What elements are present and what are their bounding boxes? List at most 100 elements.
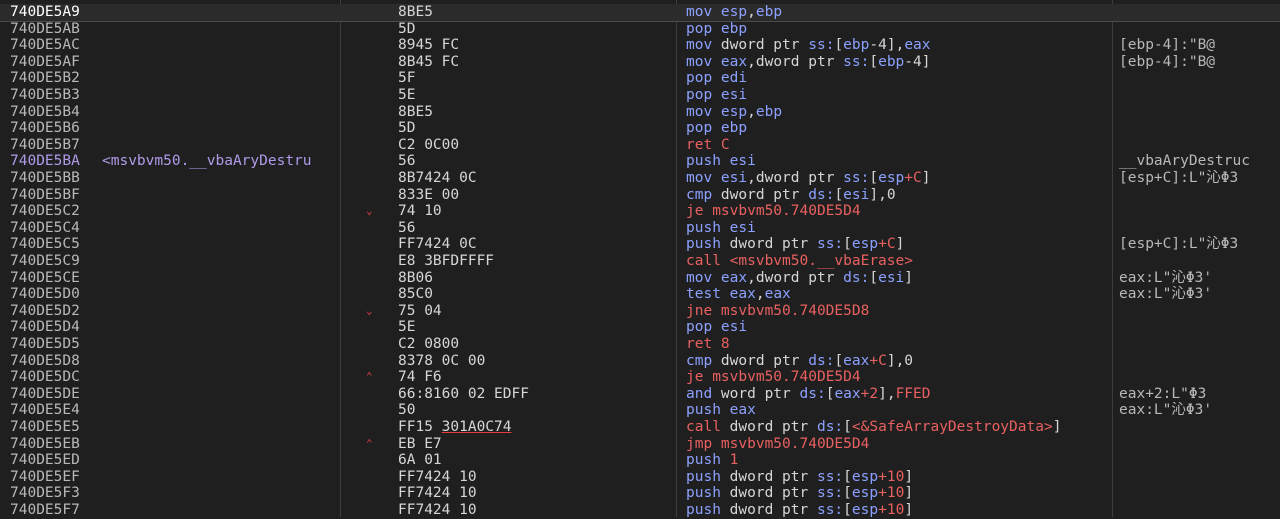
address-cell: 740DE5AC — [10, 37, 80, 54]
bytes-cell: 5E — [398, 319, 416, 336]
instruction-row[interactable]: 740DE5D8 8378 0C 00 cmp dword ptr ds:[eax+… — [0, 353, 1280, 370]
address-cell: 740DE5D4 — [10, 319, 80, 336]
address-cell: 740DE5C5 — [10, 236, 80, 253]
address-cell: 740DE5F3 — [10, 485, 80, 502]
instruction-row[interactable]: 740DE5E4 50 push eax eax:L"沁Φ3' — [0, 402, 1280, 419]
disassembly-cell: push dword ptr ss:[esp+10] — [686, 502, 914, 518]
disassembly-view[interactable]: 740DE5A9 8BE5 mov esp,ebp 740DE5AB 5D pop ebp… — [0, 0, 1280, 519]
jump-down-arrow-icon[interactable]: ⌄ — [366, 203, 386, 220]
bytes-cell: FF7424 10 — [398, 468, 477, 485]
bytes-cell: C2 0800 — [398, 336, 460, 352]
instruction-row[interactable]: 740DE5B4 8BE5 mov esp,ebp — [0, 104, 1280, 121]
disassembly-cell: cmp dword ptr ds:[esi],0 — [686, 186, 896, 203]
comment-cell: [esp+C]:L"沁Φ3 — [1119, 170, 1239, 186]
bytes-cell: 5D — [398, 20, 416, 37]
bytes-cell: 74 10 — [398, 203, 442, 220]
bytes-cell: 85C0 — [398, 286, 433, 303]
bytes-cell: 5E — [398, 87, 416, 103]
instruction-row[interactable]: 740DE5B6 5D pop ebp — [0, 120, 1280, 137]
bytes-cell: 8B7424 0C — [398, 170, 477, 186]
bytes-cell: 56 — [398, 219, 416, 236]
instruction-row[interactable]: 740DE5EF FF7424 10 push dword ptr ss:[esp+… — [0, 469, 1280, 486]
address-cell: 740DE5DC — [10, 369, 80, 386]
address-cell: 740DE5E5 — [10, 419, 80, 435]
bytes-cell: C2 0C00 — [398, 136, 460, 153]
disassembly-cell: push esi — [686, 153, 756, 170]
bytes-cell: 8BE5 — [398, 103, 433, 120]
disassembly-cell: pop ebp — [686, 120, 748, 137]
address-cell: 740DE5A9 — [10, 4, 80, 20]
instruction-row[interactable]: 740DE5C4 56 push esi — [0, 220, 1280, 237]
address-cell: 740DE5E4 — [10, 402, 80, 419]
disassembly-cell: pop ebp — [686, 20, 748, 37]
disassembly-cell: mov eax,dword ptr ds:[esi] — [686, 269, 914, 286]
instruction-row[interactable]: 740DE5B7 C2 0C00 ret C — [0, 137, 1280, 154]
address-cell: 740DE5B2 — [10, 70, 80, 87]
instruction-row[interactable]: 740DE5BF 833E 00 cmp dword ptr ds:[esi],0 — [0, 187, 1280, 204]
instruction-row[interactable]: 740DE5A9 8BE5 mov esp,ebp — [0, 4, 1280, 22]
disassembly-cell: call dword ptr ds:[<&SafeArrayDestroyDat… — [686, 419, 1062, 435]
address-cell: 740DE5D5 — [10, 336, 80, 352]
instruction-row[interactable]: 740DE5D0 85C0 test eax,eax eax:L"沁Φ3' — [0, 286, 1280, 303]
disassembly-cell: call <msvbvm50.__vbaErase> — [686, 253, 913, 269]
disassembly-cell: mov eax,dword ptr ss:[ebp-4] — [686, 53, 931, 70]
bytes-cell: 5D — [398, 120, 416, 137]
comment-cell: eax:L"沁Φ3' — [1119, 269, 1213, 286]
instruction-row[interactable]: 740DE5ED 6A 01 push 1 — [0, 452, 1280, 469]
bytes-cell: EB E7 — [398, 435, 442, 452]
instruction-row[interactable]: 740DE5D2 ⌄ 75 04 jne msvbvm50.740DE5D8 — [0, 303, 1280, 320]
bytes-cell: 56 — [398, 153, 416, 170]
instruction-row[interactable]: 740DE5DE 66:8160 02 EDFF and word ptr ds:[… — [0, 386, 1280, 403]
address-cell: 740DE5AB — [10, 20, 80, 37]
disassembly-cell: push dword ptr ss:[esp+C] — [686, 236, 905, 253]
bytes-cell: 8B45 FC — [398, 53, 460, 70]
instruction-row[interactable]: 740DE5AB 5D pop ebp — [0, 21, 1280, 38]
instruction-row[interactable]: 740DE5AF 8B45 FC mov eax,dword ptr ss:[ebp… — [0, 54, 1280, 71]
disassembly-cell: pop esi — [686, 87, 748, 103]
bytes-cell: FF15 301A0C74 — [398, 419, 512, 435]
instruction-row[interactable]: 740DE5D5 C2 0800 ret 8 — [0, 336, 1280, 353]
instruction-row[interactable]: 740DE5E5 FF15 301A0C74 call dword ptr ds:[… — [0, 419, 1280, 436]
address-cell: 740DE5D8 — [10, 352, 80, 369]
disassembly-cell: mov esp,ebp — [686, 4, 783, 20]
instruction-row[interactable]: 740DE5F3 FF7424 10 push dword ptr ss:[esp+… — [0, 485, 1280, 502]
disassembly-cell: push esi — [686, 219, 756, 236]
address-cell: 740DE5BA — [10, 153, 80, 170]
instruction-row[interactable]: 740DE5F7 FF7424 10 push dword ptr ss:[esp+… — [0, 502, 1280, 519]
disassembly-cell: cmp dword ptr ds:[eax+C],0 — [686, 352, 914, 369]
bytes-cell: 8BE5 — [398, 4, 433, 20]
disassembly-cell: pop esi — [686, 319, 748, 336]
bytes-cell: 8378 0C 00 — [398, 352, 486, 369]
instruction-row[interactable]: 740DE5C2 ⌄ 74 10 je msvbvm50.740DE5D4 — [0, 203, 1280, 220]
comment-cell: [ebp-4]:"B@ — [1119, 37, 1216, 54]
address-cell: 740DE5EB — [10, 435, 80, 452]
instruction-row[interactable]: 740DE5B3 5E pop esi — [0, 87, 1280, 104]
jump-up-arrow-icon[interactable]: ⌃ — [366, 436, 386, 453]
bytes-cell: 6A 01 — [398, 452, 442, 469]
bytes-cell: E8 3BFDFFFF — [398, 253, 495, 269]
comment-cell: eax+2:L"Φ3 — [1119, 385, 1207, 402]
instruction-row[interactable]: 740DE5D4 5E pop esi — [0, 319, 1280, 336]
instruction-row[interactable]: 740DE5C9 E8 3BFDFFFF call <msvbvm50.__vbaE… — [0, 253, 1280, 270]
instruction-row[interactable]: 740DE5BA <msvbvm50.__vbaAryDestru 56 push e… — [0, 153, 1280, 170]
instruction-row[interactable]: 740DE5BB 8B7424 0C mov esi,dword ptr ss:[e… — [0, 170, 1280, 187]
instruction-row[interactable]: 740DE5CE 8B06 mov eax,dword ptr ds:[esi] ea… — [0, 270, 1280, 287]
address-cell: 740DE5BB — [10, 170, 80, 186]
address-cell: 740DE5EF — [10, 468, 80, 485]
instruction-row[interactable]: 740DE5B2 5F pop edi — [0, 70, 1280, 87]
address-cell: 740DE5CE — [10, 269, 80, 286]
instruction-row[interactable]: 740DE5EB ⌃ EB E7 jmp msvbvm50.740DE5D4 — [0, 436, 1280, 453]
disassembly-cell: push dword ptr ss:[esp+10] — [686, 485, 914, 502]
instruction-row[interactable]: 740DE5C5 FF7424 0C push dword ptr ss:[esp+… — [0, 236, 1280, 253]
jump-up-arrow-icon[interactable]: ⌃ — [366, 369, 386, 386]
jump-down-arrow-icon[interactable]: ⌄ — [366, 303, 386, 320]
instruction-row[interactable]: 740DE5AC 8945 FC mov dword ptr ss:[ebp-4],… — [0, 37, 1280, 54]
disassembly-cell: je msvbvm50.740DE5D4 — [686, 203, 861, 220]
comment-cell: [esp+C]:L"沁Φ3 — [1119, 236, 1239, 253]
instruction-row[interactable]: 740DE5DC ⌃ 74 F6 je msvbvm50.740DE5D4 — [0, 369, 1280, 386]
address-cell: 740DE5F7 — [10, 502, 80, 518]
disassembly-cell: mov esi,dword ptr ss:[esp+C] — [686, 170, 931, 186]
comment-cell: eax:L"沁Φ3' — [1119, 286, 1213, 303]
comment-cell: __vbaAryDestruc — [1119, 153, 1250, 170]
bytes-cell: 50 — [398, 402, 416, 419]
